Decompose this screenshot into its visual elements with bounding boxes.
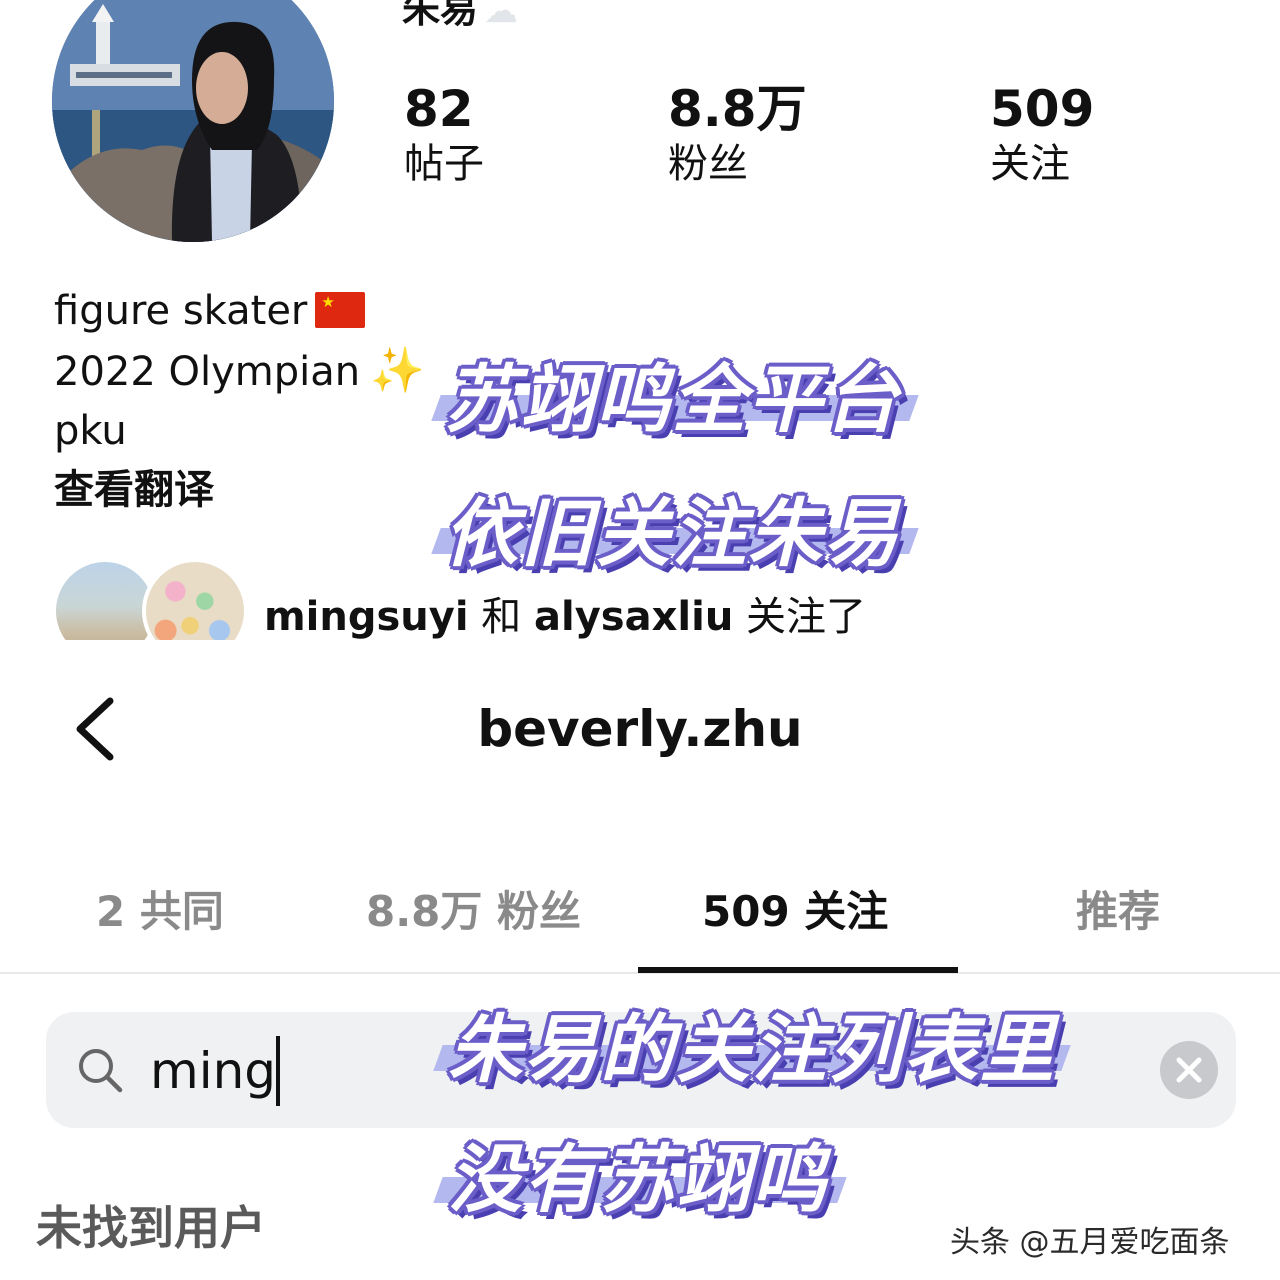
profile-avatar[interactable] — [52, 0, 334, 242]
stat-following-label: 关注 — [990, 141, 1070, 187]
caption-1: 苏翊鸣全平台 — [444, 357, 900, 443]
stat-followers[interactable]: 8.8万 粉丝 — [668, 80, 807, 190]
tab-mutual[interactable]: 2 共同 — [96, 878, 224, 939]
profile-bio: figure skater ★ 2022 Olympian ✨ pku 查看翻译 — [54, 282, 425, 520]
stat-following-value: 509 — [990, 80, 1095, 138]
profile-name-row: 朱易 ☁ — [402, 0, 518, 33]
stat-posts-label: 帖子 — [404, 141, 484, 187]
empty-results-message: 未找到用户 — [36, 1201, 266, 1255]
search-icon — [76, 1046, 124, 1094]
clear-icon[interactable] — [1160, 1041, 1218, 1099]
follower-username-2[interactable]: alysaxliu — [534, 594, 733, 640]
tab-followers[interactable]: 8.8万 粉丝 — [366, 878, 581, 939]
watermark: 头条 @五月爱吃面条 — [950, 1225, 1230, 1260]
stat-posts-value: 82 — [404, 80, 474, 138]
text-caret — [276, 1036, 280, 1106]
bio-line-2-text: 2022 Olympian — [54, 349, 361, 395]
bio-line-2: 2022 Olympian ✨ — [54, 341, 425, 402]
avatar-clip — [52, 640, 312, 680]
follower-username-1[interactable]: mingsuyi — [264, 594, 469, 640]
stat-following[interactable]: 509 关注 — [990, 80, 1094, 190]
page-title: beverly.zhu — [477, 700, 803, 758]
followed-by-suffix: 关注了 — [746, 594, 867, 640]
stat-posts[interactable]: 82 帖子 — [404, 80, 484, 190]
stat-followers-label: 粉丝 — [668, 141, 748, 187]
china-flag-icon: ★ — [315, 292, 366, 328]
bio-line-1-text: figure skater — [54, 288, 308, 334]
sparkles-icon: ✨ — [370, 345, 425, 396]
stat-followers-value: 8.8万 — [668, 80, 807, 138]
cloud-icon: ☁ — [484, 0, 519, 31]
followed-by-text: mingsuyi 和 alysaxliu 关注了 — [264, 584, 866, 642]
profile-display-name: 朱易 — [402, 0, 479, 31]
bio-line-3: pku — [54, 408, 127, 454]
caption-4: 没有苏翊鸣 — [448, 1137, 828, 1223]
tab-suggested[interactable]: 推荐 — [1076, 878, 1160, 939]
tab-following[interactable]: 509 关注 — [702, 878, 888, 939]
see-translation-link[interactable]: 查看翻译 — [54, 461, 425, 520]
bio-line-1: figure skater ★ — [54, 282, 425, 341]
followed-by-joiner: 和 — [481, 594, 522, 640]
active-tab-indicator — [638, 967, 958, 973]
caption-2: 依旧关注朱易 — [444, 491, 900, 577]
caption-3: 朱易的关注列表里 — [448, 1007, 1056, 1093]
